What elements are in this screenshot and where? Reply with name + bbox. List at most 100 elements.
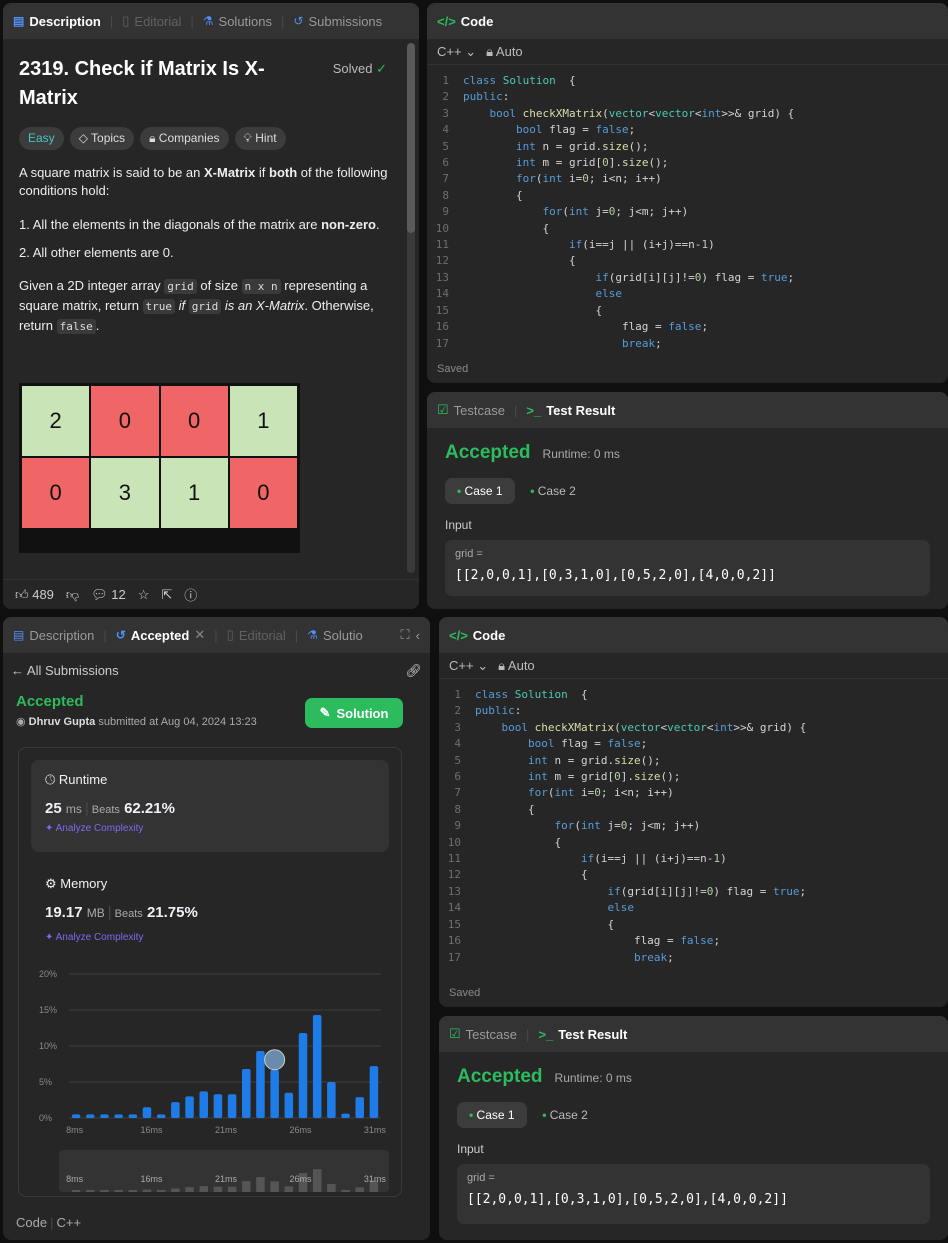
code-line[interactable]: 6 int m = grid[0].size(); — [427, 155, 948, 171]
check-circle-icon: ✓ — [376, 61, 387, 76]
code-line[interactable]: 7 for(int i=0; i<n; i++) — [439, 785, 948, 801]
topics-chip[interactable]: ◇ Topics — [69, 127, 135, 150]
code-line[interactable]: 15 { — [439, 917, 948, 933]
case-2-tab[interactable]: • Case 2 — [518, 478, 588, 504]
analyze-complexity-link[interactable]: ✦ Analyze Complexity — [45, 932, 143, 943]
code-line[interactable]: 11 if(i==j || (i+j)==n-1) — [439, 851, 948, 867]
tab-solutions[interactable]: ⚗ Solutio — [307, 628, 363, 643]
code-line[interactable]: 13 if(grid[i][j]!=0) flag = true; — [439, 884, 948, 900]
code-line[interactable]: 9 for(int j=0; j<m; j++) — [439, 818, 948, 834]
language-select[interactable]: C++ ⌄ — [449, 658, 488, 674]
difficulty-chip[interactable]: Easy — [19, 127, 64, 150]
code-line[interactable]: 9 for(int j=0; j<m; j++) — [427, 204, 948, 220]
solution-button[interactable]: ✎ Solution — [305, 698, 403, 728]
code-line[interactable]: 10 { — [427, 221, 948, 237]
overview-tick-label: 26ms — [289, 1174, 312, 1184]
tab-accepted[interactable]: ↺ Accepted ✕ — [116, 627, 206, 643]
overview-bar — [284, 1186, 294, 1192]
close-icon[interactable]: ✕ — [194, 627, 205, 643]
lock-icon: 🔒︎ — [149, 131, 156, 145]
code-line[interactable]: 8 { — [439, 802, 948, 818]
code-line[interactable]: 2 public: — [439, 703, 948, 719]
comments-button[interactable]: 💬︎ 12 — [91, 587, 126, 603]
code-line[interactable]: 2 public: — [427, 89, 948, 105]
runtime-text: Runtime: 0 ms — [542, 447, 620, 461]
tab-solutions[interactable]: ⚗ Solutions — [203, 14, 272, 29]
dislike-button[interactable]: 👎︎ — [66, 587, 79, 603]
case-1-tab[interactable]: • Case 1 — [445, 478, 515, 504]
case-2-tab[interactable]: • Case 2 — [530, 1102, 600, 1128]
tab-submissions[interactable]: ↺ Submissions — [293, 14, 382, 29]
code-line[interactable]: 3 bool checkXMatrix(vector<vector<int>>&… — [439, 720, 948, 736]
code-line[interactable]: 14 else — [439, 900, 948, 916]
code-line[interactable]: 5 int n = grid.size(); — [427, 139, 948, 155]
overview-bar — [256, 1177, 265, 1192]
tab-description[interactable]: ▤ Description — [13, 14, 101, 29]
code-editor[interactable]: 1 class Solution {2 public: 3 bool checkXMa… — [439, 679, 948, 966]
code-line[interactable]: 6 int m = grid[0].size(); — [439, 769, 948, 785]
tab-test-result[interactable]: >_ Test Result — [538, 1027, 627, 1042]
checkbox-icon: ☑ — [449, 1026, 461, 1041]
tab-description[interactable]: ▤ Description — [13, 628, 94, 643]
tab-testcase[interactable]: ☑ Testcase — [449, 1026, 517, 1042]
runtime-distribution-chart[interactable]: 20% 15% 10% 5% 0% 8ms 16ms 21ms 26ms 31ms 8ms 16ms 2… — [19, 956, 401, 1216]
condition-1: 1. All the elements in the diagonals of … — [19, 217, 380, 232]
tab-testcase[interactable]: ☑ Testcase — [437, 402, 505, 418]
code-line[interactable]: 7 for(int i=0; i<n; i++) — [427, 171, 948, 187]
line-number: 2 — [454, 704, 461, 718]
code-line[interactable]: 16 flag = false; — [427, 319, 948, 335]
overview-bar — [227, 1186, 237, 1192]
language-select[interactable]: C++ ⌄ — [437, 44, 476, 60]
chart-bar — [213, 1094, 223, 1118]
case-1-tab[interactable]: • Case 1 — [457, 1102, 527, 1128]
comment-icon: 💬︎ — [91, 586, 108, 602]
code-line[interactable]: 17 break; — [439, 950, 948, 966]
code-line[interactable]: 4 bool flag = false; — [427, 122, 948, 138]
scrollbar[interactable] — [407, 43, 415, 573]
code-line[interactable]: 10 { — [439, 835, 948, 851]
tab-code[interactable]: </> Code — [449, 628, 505, 643]
back-bar: ← All Submissions 🔗︎ — [3, 653, 430, 689]
analyze-complexity-link[interactable]: ✦ Analyze Complexity — [31, 817, 389, 840]
overview-bar — [341, 1190, 350, 1192]
code-line[interactable]: 17 break; — [427, 336, 948, 352]
code-line[interactable]: 12 { — [439, 867, 948, 883]
share-icon[interactable]: ⇱ — [161, 587, 172, 603]
collapse-icon[interactable]: ‹ — [416, 628, 420, 643]
companies-chip[interactable]: 🔒︎ Companies — [140, 127, 229, 150]
code-line[interactable]: 8 { — [427, 188, 948, 204]
code-line[interactable]: 15 { — [427, 303, 948, 319]
maximize-icon[interactable]: ⛶ — [401, 627, 410, 643]
tab-code[interactable]: </> Code — [437, 14, 493, 29]
document-icon: ▤ — [13, 14, 25, 28]
editor-toolbar: C++ ⌄ 🔒︎ Auto — [439, 653, 948, 679]
book-icon: ▯ — [122, 13, 130, 28]
hint-chip[interactable]: 💡︎ Hint — [234, 127, 286, 150]
scrollbar-thumb[interactable] — [407, 43, 415, 233]
tab-editorial[interactable]: ▯ Editorial — [122, 13, 181, 29]
code-line[interactable]: 3 bool checkXMatrix(vector<vector<int>>&… — [427, 106, 948, 122]
overview-bar — [213, 1186, 223, 1192]
code-line[interactable]: 13 if(grid[i][j]!=0) flag = true; — [427, 270, 948, 286]
code-line[interactable]: 11 if(i==j || (i+j)==n-1) — [427, 237, 948, 253]
code-line[interactable]: 12 { — [427, 253, 948, 269]
problem-title[interactable]: 2319. Check if Matrix Is X-Matrix — [19, 55, 309, 113]
help-icon[interactable]: ⓘ — [184, 585, 197, 604]
overview-bar — [185, 1187, 194, 1192]
code-line[interactable]: 16 flag = false; — [439, 933, 948, 949]
code-line[interactable]: 1 class Solution { — [427, 73, 948, 89]
tab-test-result[interactable]: >_ Test Result — [526, 403, 615, 418]
code-line[interactable]: 5 int n = grid.size(); — [439, 753, 948, 769]
tab-editorial[interactable]: ▯ Editorial — [227, 627, 286, 643]
like-button[interactable]: 👍︎ 489 — [15, 587, 54, 603]
link-icon[interactable]: 🔗︎ — [405, 663, 422, 679]
code-line[interactable]: 14 else — [427, 286, 948, 302]
all-submissions-link[interactable]: ← All Submissions — [11, 663, 119, 679]
star-icon[interactable]: ☆ — [138, 587, 150, 603]
overview-bar — [100, 1190, 109, 1192]
runtime-card[interactable]: 🕓︎ Runtime 25 ms | Beats 62.21% ✦ Analyze … — [31, 760, 389, 852]
code-editor[interactable]: 1 class Solution {2 public: 3 bool checkXMa… — [427, 65, 948, 352]
code-line[interactable]: 4 bool flag = false; — [439, 736, 948, 752]
code-line[interactable]: 1 class Solution { — [439, 687, 948, 703]
chart-bar — [185, 1096, 194, 1118]
